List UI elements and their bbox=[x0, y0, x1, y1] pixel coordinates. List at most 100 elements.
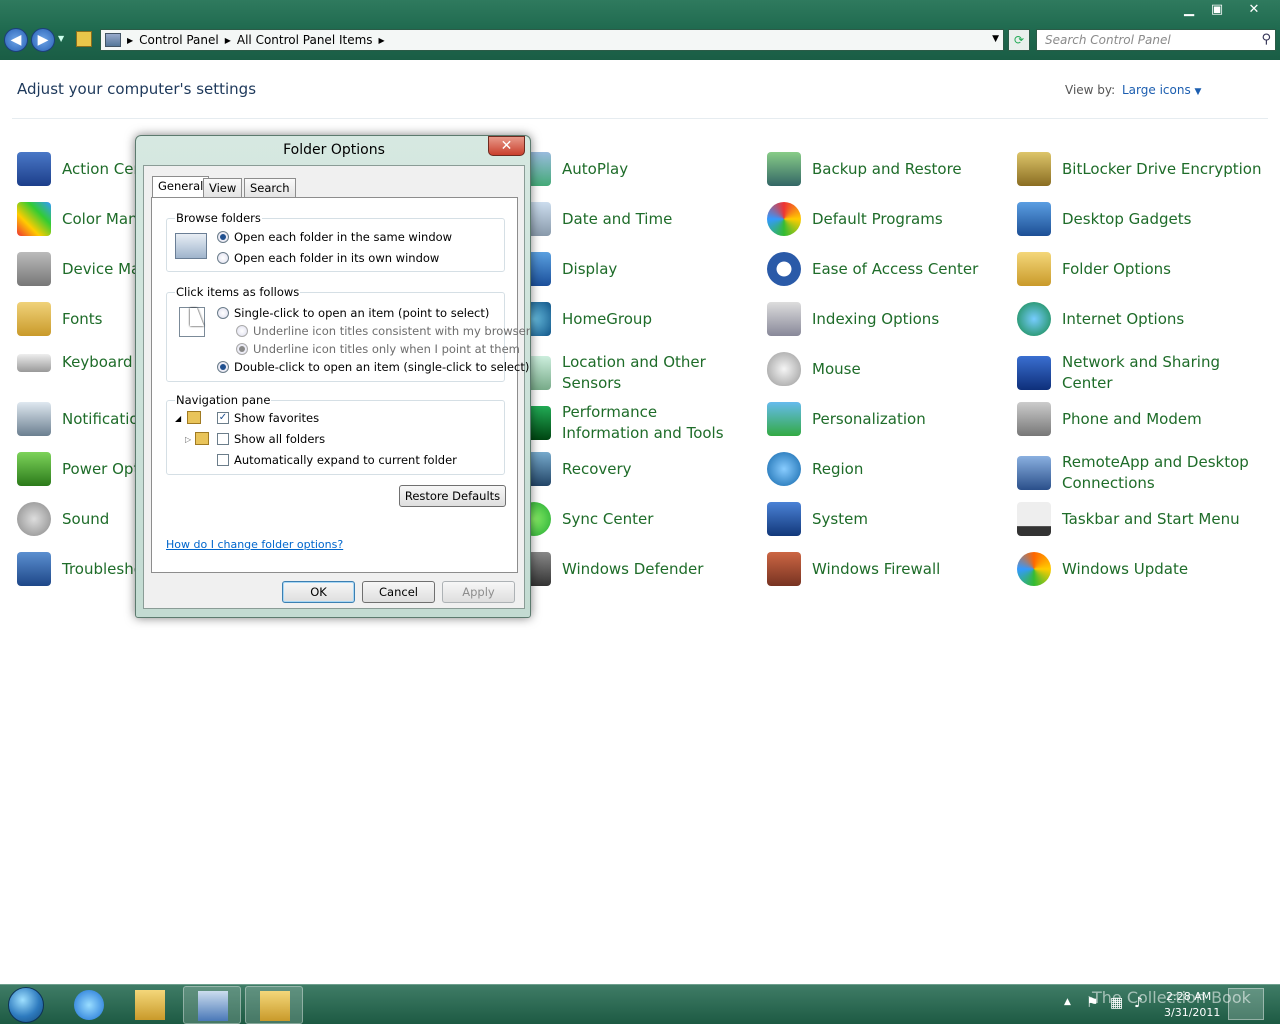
back-button[interactable]: ◀ bbox=[4, 28, 28, 52]
help-link[interactable]: How do I change folder options? bbox=[166, 538, 343, 551]
folder-options-dialog: Folder Options ✕ General View Search Bro… bbox=[135, 135, 531, 618]
tab-search[interactable]: Search bbox=[244, 178, 296, 197]
cp-item-internet-options[interactable]: Internet Options bbox=[1017, 302, 1272, 336]
cp-item-sync-center[interactable]: Sync Center bbox=[517, 502, 747, 536]
radio-button[interactable] bbox=[236, 325, 248, 337]
view-by-dropdown[interactable]: Large icons ▼ bbox=[1122, 83, 1201, 97]
cp-item-display[interactable]: Display bbox=[517, 252, 747, 286]
maximize-button[interactable]: ▣ bbox=[1202, 0, 1232, 20]
click-items-group: Click items as follows Single-click to o… bbox=[166, 285, 530, 382]
apply-button[interactable]: Apply bbox=[442, 581, 515, 603]
breadcrumb-control-panel[interactable]: Control Panel bbox=[139, 33, 219, 47]
arrow-right-icon: ▶ bbox=[37, 32, 49, 48]
cancel-button[interactable]: Cancel bbox=[362, 581, 435, 603]
cp-item-homegroup[interactable]: HomeGroup bbox=[517, 302, 747, 336]
taskbar-windows-explorer[interactable] bbox=[121, 986, 179, 1024]
recent-pages-button[interactable]: ▼ bbox=[58, 34, 64, 43]
tab-view[interactable]: View bbox=[203, 178, 243, 197]
cursor-icon bbox=[190, 308, 204, 326]
underline-point-radio[interactable]: Underline icon titles only when I point … bbox=[236, 342, 520, 356]
taskbar-control-panel[interactable] bbox=[183, 986, 241, 1024]
cp-item-windows-update[interactable]: Windows Update bbox=[1017, 552, 1272, 586]
radio-button[interactable] bbox=[217, 252, 229, 264]
taskbar-internet-explorer[interactable] bbox=[60, 986, 118, 1024]
show-favorites-checkbox[interactable]: ✓ Show favorites bbox=[217, 411, 319, 425]
dialog-close-button[interactable]: ✕ bbox=[488, 136, 525, 156]
browse-own-window-radio[interactable]: Open each folder in its own window bbox=[217, 251, 439, 265]
cp-item-network-sharing[interactable]: Network and Sharing Center bbox=[1017, 352, 1272, 394]
cp-item-remoteapp[interactable]: RemoteApp and Desktop Connections bbox=[1017, 452, 1272, 494]
radio-button[interactable] bbox=[217, 361, 229, 373]
close-button[interactable]: ✕ bbox=[1236, 0, 1272, 20]
default-programs-icon bbox=[767, 202, 801, 236]
cp-item-region[interactable]: Region bbox=[767, 452, 1007, 486]
cp-item-desktop-gadgets[interactable]: Desktop Gadgets bbox=[1017, 202, 1272, 236]
taskbar-folder-options[interactable] bbox=[245, 986, 303, 1024]
address-bar[interactable]: ▶ Control Panel ▶ All Control Panel Item… bbox=[100, 29, 1004, 51]
cp-item-windows-firewall[interactable]: Windows Firewall bbox=[767, 552, 1007, 586]
cp-item-keyboard[interactable]: Keyboard bbox=[17, 352, 133, 373]
double-click-radio[interactable]: Double-click to open an item (single-cli… bbox=[217, 360, 529, 374]
breadcrumb-arrow-icon[interactable]: ▶ bbox=[379, 36, 385, 45]
search-input[interactable]: Search Control Panel ⚲ bbox=[1036, 29, 1276, 51]
show-all-folders-checkbox[interactable]: Show all folders bbox=[217, 432, 325, 446]
firewall-icon bbox=[767, 552, 801, 586]
windows-logo-icon bbox=[8, 987, 44, 1023]
cp-item-ease-of-access[interactable]: Ease of Access Center bbox=[767, 252, 1007, 286]
divider bbox=[12, 118, 1268, 119]
start-button[interactable] bbox=[2, 986, 52, 1024]
cp-item-backup-restore[interactable]: Backup and Restore bbox=[767, 152, 1007, 186]
refresh-button[interactable]: ⟳ bbox=[1008, 29, 1030, 51]
show-hidden-icons-button[interactable]: ▲ bbox=[1064, 997, 1071, 1007]
cp-item-autoplay[interactable]: AutoPlay bbox=[517, 152, 747, 186]
indexing-icon bbox=[767, 302, 801, 336]
cp-item-windows-defender[interactable]: Windows Defender bbox=[517, 552, 747, 586]
ok-button[interactable]: OK bbox=[282, 581, 355, 603]
chevron-down-icon[interactable]: ▼ bbox=[992, 34, 999, 44]
cp-item-bitlocker[interactable]: BitLocker Drive Encryption bbox=[1017, 152, 1272, 186]
gadgets-icon bbox=[1017, 202, 1051, 236]
auto-expand-checkbox[interactable]: Automatically expand to current folder bbox=[217, 453, 457, 467]
cp-item-location-sensors[interactable]: Location and Other Sensors bbox=[517, 352, 747, 394]
control-panel-icon bbox=[105, 33, 121, 47]
cp-item-date-time[interactable]: Date and Time bbox=[517, 202, 747, 236]
cp-item-recovery[interactable]: Recovery bbox=[517, 452, 747, 486]
fonts-icon bbox=[17, 302, 51, 336]
cp-item-taskbar-start-menu[interactable]: Taskbar and Start Menu bbox=[1017, 502, 1272, 536]
clock-time[interactable]: 2:28 AM bbox=[1166, 990, 1211, 1003]
checkbox[interactable] bbox=[217, 433, 229, 445]
folder-up-icon[interactable] bbox=[76, 31, 92, 47]
checkmark-icon[interactable]: ✓ bbox=[217, 412, 229, 424]
cp-item-folder-options[interactable]: Folder Options bbox=[1017, 252, 1272, 286]
checkbox[interactable] bbox=[217, 454, 229, 466]
single-click-radio[interactable]: Single-click to open an item (point to s… bbox=[217, 306, 489, 320]
cp-item-system[interactable]: System bbox=[767, 502, 1007, 536]
close-icon: ✕ bbox=[500, 138, 513, 154]
page-title: Adjust your computer's settings bbox=[17, 80, 257, 98]
cp-item-personalization[interactable]: Personalization bbox=[767, 402, 1007, 436]
underline-browser-radio[interactable]: Underline icon titles consistent with my… bbox=[236, 324, 530, 338]
tab-general[interactable]: General bbox=[152, 176, 210, 198]
minimize-button[interactable]: ▁ bbox=[1174, 0, 1204, 20]
folder-icon bbox=[195, 432, 209, 445]
restore-defaults-button[interactable]: Restore Defaults bbox=[399, 485, 506, 507]
cp-item-sound[interactable]: Sound bbox=[17, 502, 109, 536]
breadcrumb-arrow-icon[interactable]: ▶ bbox=[225, 36, 231, 45]
radio-button[interactable] bbox=[236, 343, 248, 355]
cp-item-indexing-options[interactable]: Indexing Options bbox=[767, 302, 1007, 336]
cp-item-performance[interactable]: Performance Information and Tools bbox=[517, 402, 747, 444]
cp-item-mouse[interactable]: Mouse bbox=[767, 352, 1007, 386]
clock-date[interactable]: 3/31/2011 bbox=[1164, 1006, 1220, 1019]
breadcrumb-all-items[interactable]: All Control Panel Items bbox=[237, 33, 373, 47]
arrow-left-icon: ◀ bbox=[10, 32, 22, 48]
chevron-down-icon: ▼ bbox=[1194, 87, 1202, 97]
forward-button[interactable]: ▶ bbox=[31, 28, 55, 52]
search-icon[interactable]: ⚲ bbox=[1261, 32, 1271, 47]
cp-item-fonts[interactable]: Fonts bbox=[17, 302, 102, 336]
show-desktop-button[interactable] bbox=[1228, 988, 1264, 1020]
radio-button[interactable] bbox=[217, 307, 229, 319]
cp-item-phone-modem[interactable]: Phone and Modem bbox=[1017, 402, 1272, 436]
cp-item-default-programs[interactable]: Default Programs bbox=[767, 202, 1007, 236]
browse-same-window-radio[interactable]: Open each folder in the same window bbox=[217, 230, 452, 244]
radio-button[interactable] bbox=[217, 231, 229, 243]
